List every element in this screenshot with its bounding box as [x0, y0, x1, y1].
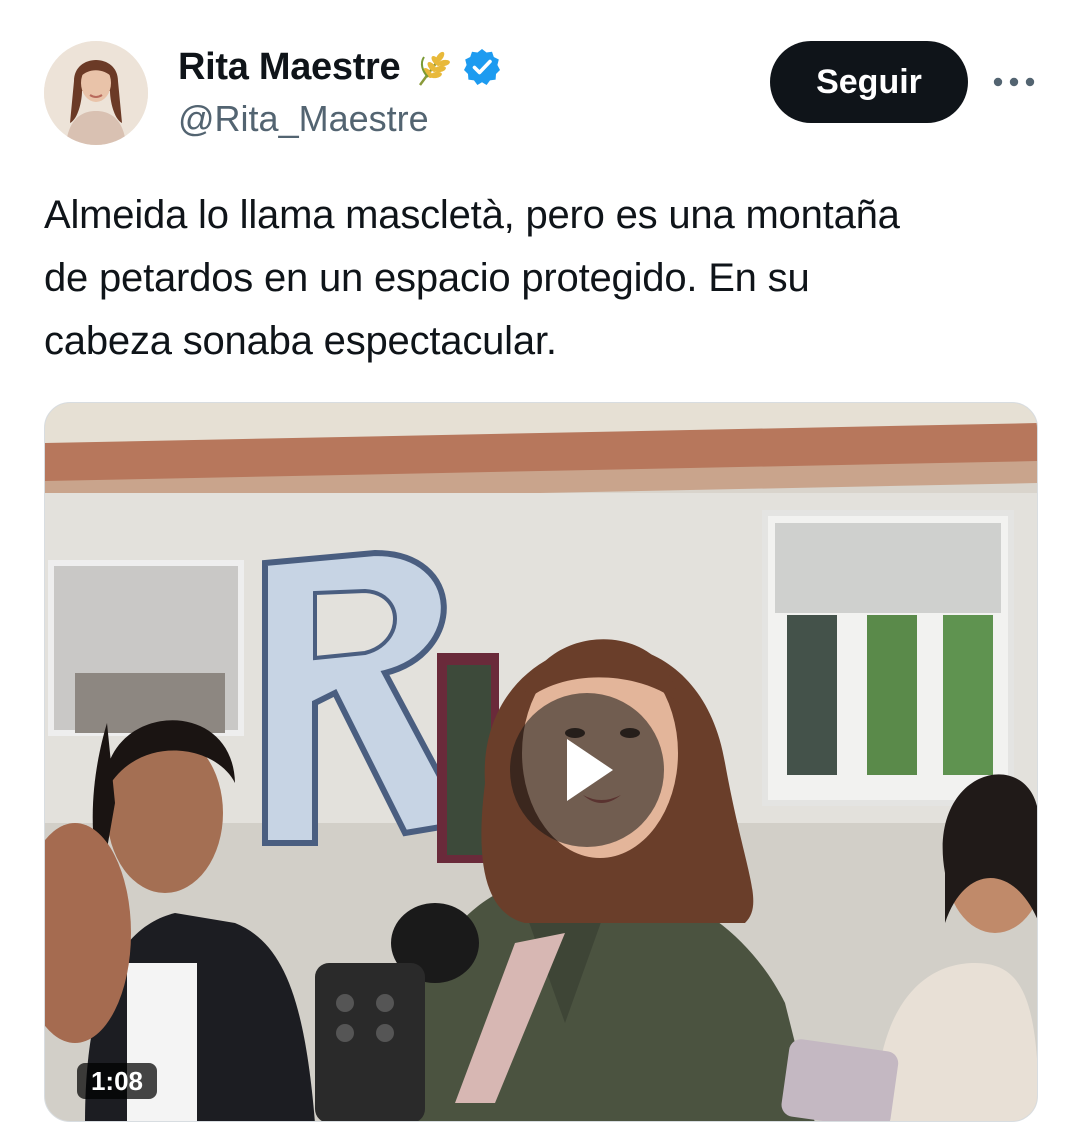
tweet-card: Rita Maestre @Rita_Maestre Seguir Almeid…	[0, 0, 1080, 1122]
more-options-button[interactable]	[990, 62, 1038, 102]
wheat-emoji-icon	[414, 47, 452, 87]
avatar[interactable]	[44, 41, 148, 145]
author-display-name[interactable]: Rita Maestre	[178, 46, 401, 89]
tweet-text-line: de petardos en un espacio protegido. En …	[44, 256, 810, 300]
verified-badge-icon	[462, 47, 502, 87]
tweet-text-line: Almeida lo llama mascletà, pero es una m…	[44, 193, 900, 237]
video-duration-badge: 1:08	[77, 1063, 157, 1099]
tweet-text: Almeida lo llama mascletà, pero es una m…	[44, 184, 1044, 373]
more-dots-icon	[993, 77, 1035, 87]
author-name-row: Rita Maestre	[178, 42, 502, 92]
video-media[interactable]: 1:08	[44, 402, 1038, 1122]
follow-button[interactable]: Seguir	[770, 41, 968, 123]
author-handle[interactable]: @Rita_Maestre	[178, 98, 429, 140]
play-icon	[567, 739, 613, 801]
play-button[interactable]	[510, 693, 664, 847]
tweet-text-line: cabeza sonaba espectacular.	[44, 319, 557, 363]
avatar-photo	[44, 41, 148, 145]
